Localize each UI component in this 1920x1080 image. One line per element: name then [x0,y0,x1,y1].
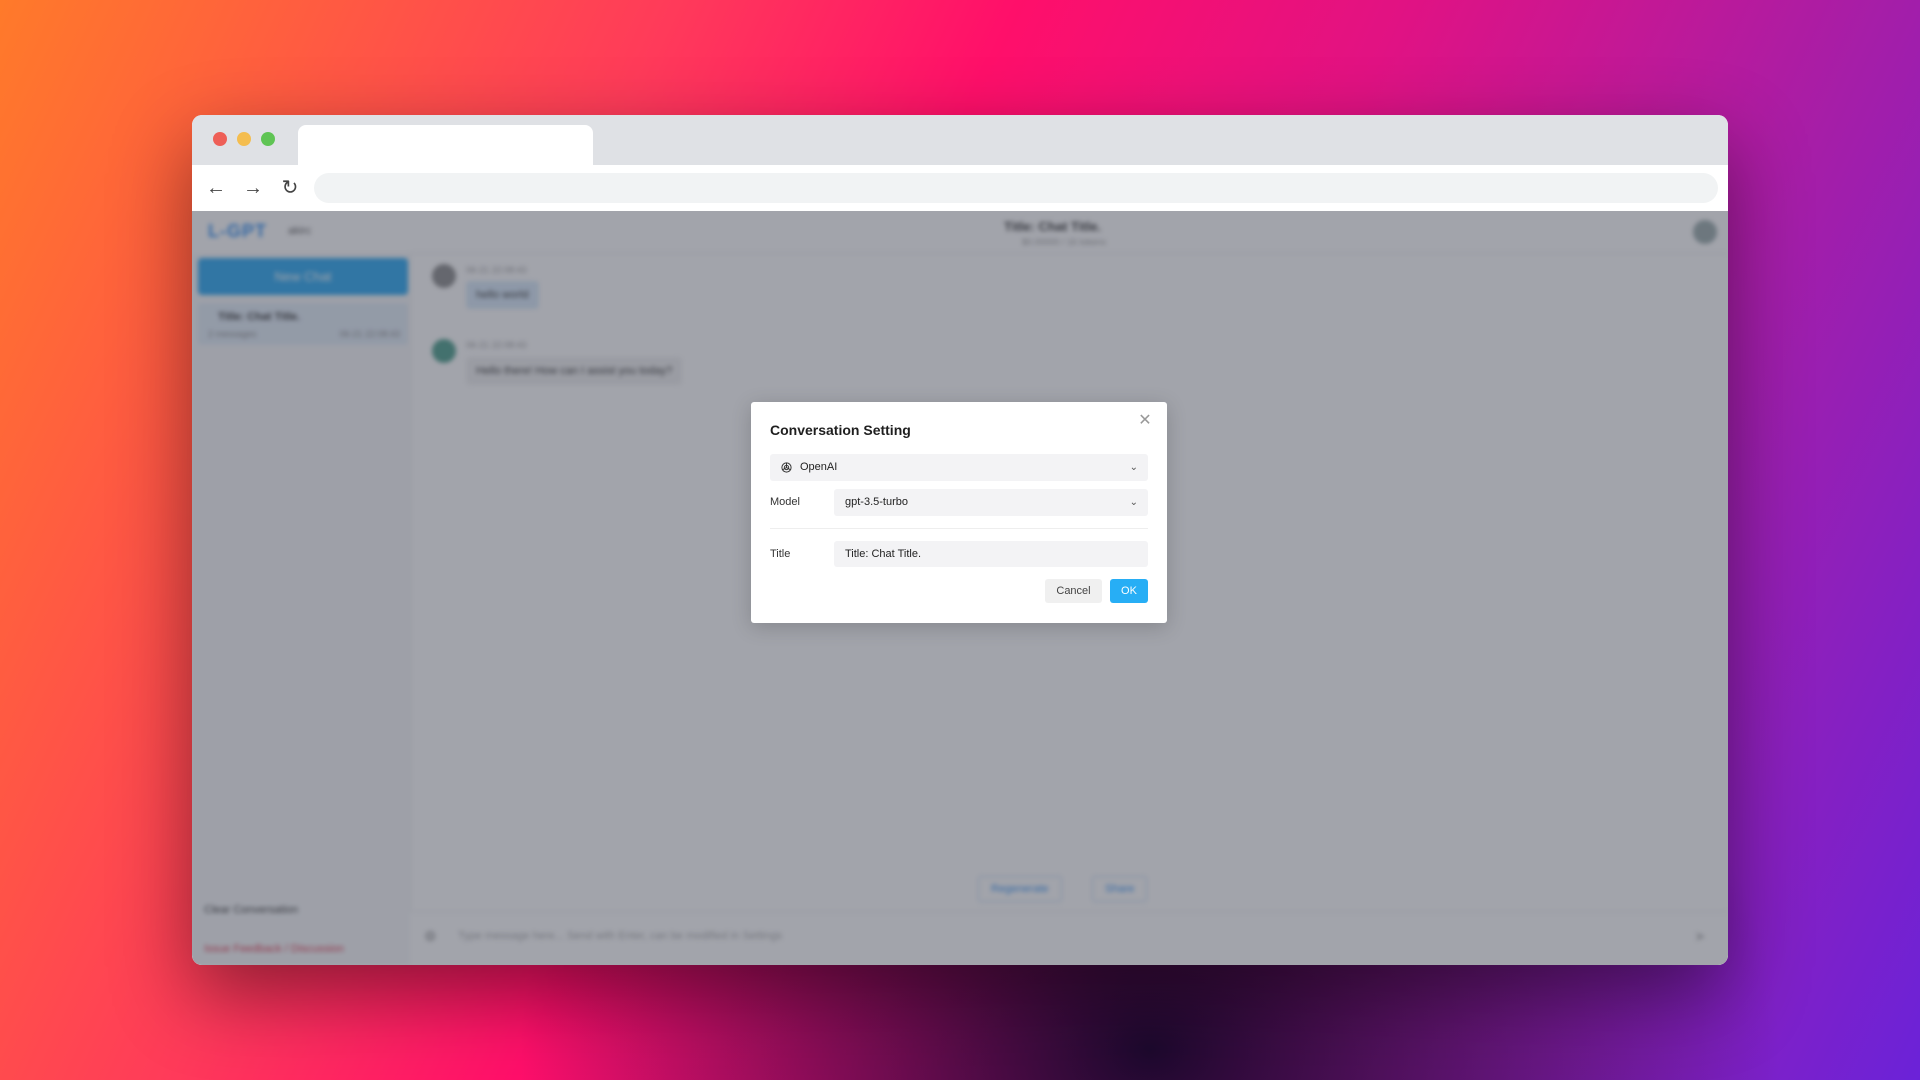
close-icon[interactable]: ✕ [1135,410,1155,430]
openai-icon [781,462,792,473]
back-arrow-icon[interactable]: ← [203,175,229,201]
browser-window: ← → ↻ L-GPT akirc Title: Chat Title. $0.… [192,115,1728,965]
cancel-button[interactable]: Cancel [1045,579,1102,603]
title-input-value: Title: Chat Title. [845,548,922,560]
chevron-down-icon: ⌄ [1129,462,1138,473]
provider-select[interactable]: OpenAI ⌄ [770,454,1148,481]
browser-toolbar: ← → ↻ [192,165,1728,212]
browser-tabbar [192,115,1728,165]
divider [770,528,1148,529]
maximize-window-button[interactable] [261,132,275,146]
model-select[interactable]: gpt-3.5-turbo ⌄ [834,489,1148,516]
ok-button[interactable]: OK [1110,579,1148,603]
title-input[interactable]: Title: Chat Title. [834,541,1148,567]
model-value: gpt-3.5-turbo [845,496,908,508]
minimize-window-button[interactable] [237,132,251,146]
conversation-setting-dialog: Conversation Setting ✕ OpenAI ⌄ Model gp… [751,402,1167,623]
title-label: Title [770,548,791,560]
app-viewport: L-GPT akirc Title: Chat Title. $0.00000 … [192,211,1728,965]
forward-arrow-icon[interactable]: → [240,175,266,201]
address-bar[interactable] [314,173,1718,203]
reload-icon[interactable]: ↻ [277,175,303,201]
browser-tab[interactable] [298,125,593,165]
close-window-button[interactable] [213,132,227,146]
provider-value: OpenAI [800,461,838,473]
chevron-down-icon: ⌄ [1129,497,1138,508]
dialog-title: Conversation Setting [770,422,911,438]
model-label: Model [770,496,800,508]
